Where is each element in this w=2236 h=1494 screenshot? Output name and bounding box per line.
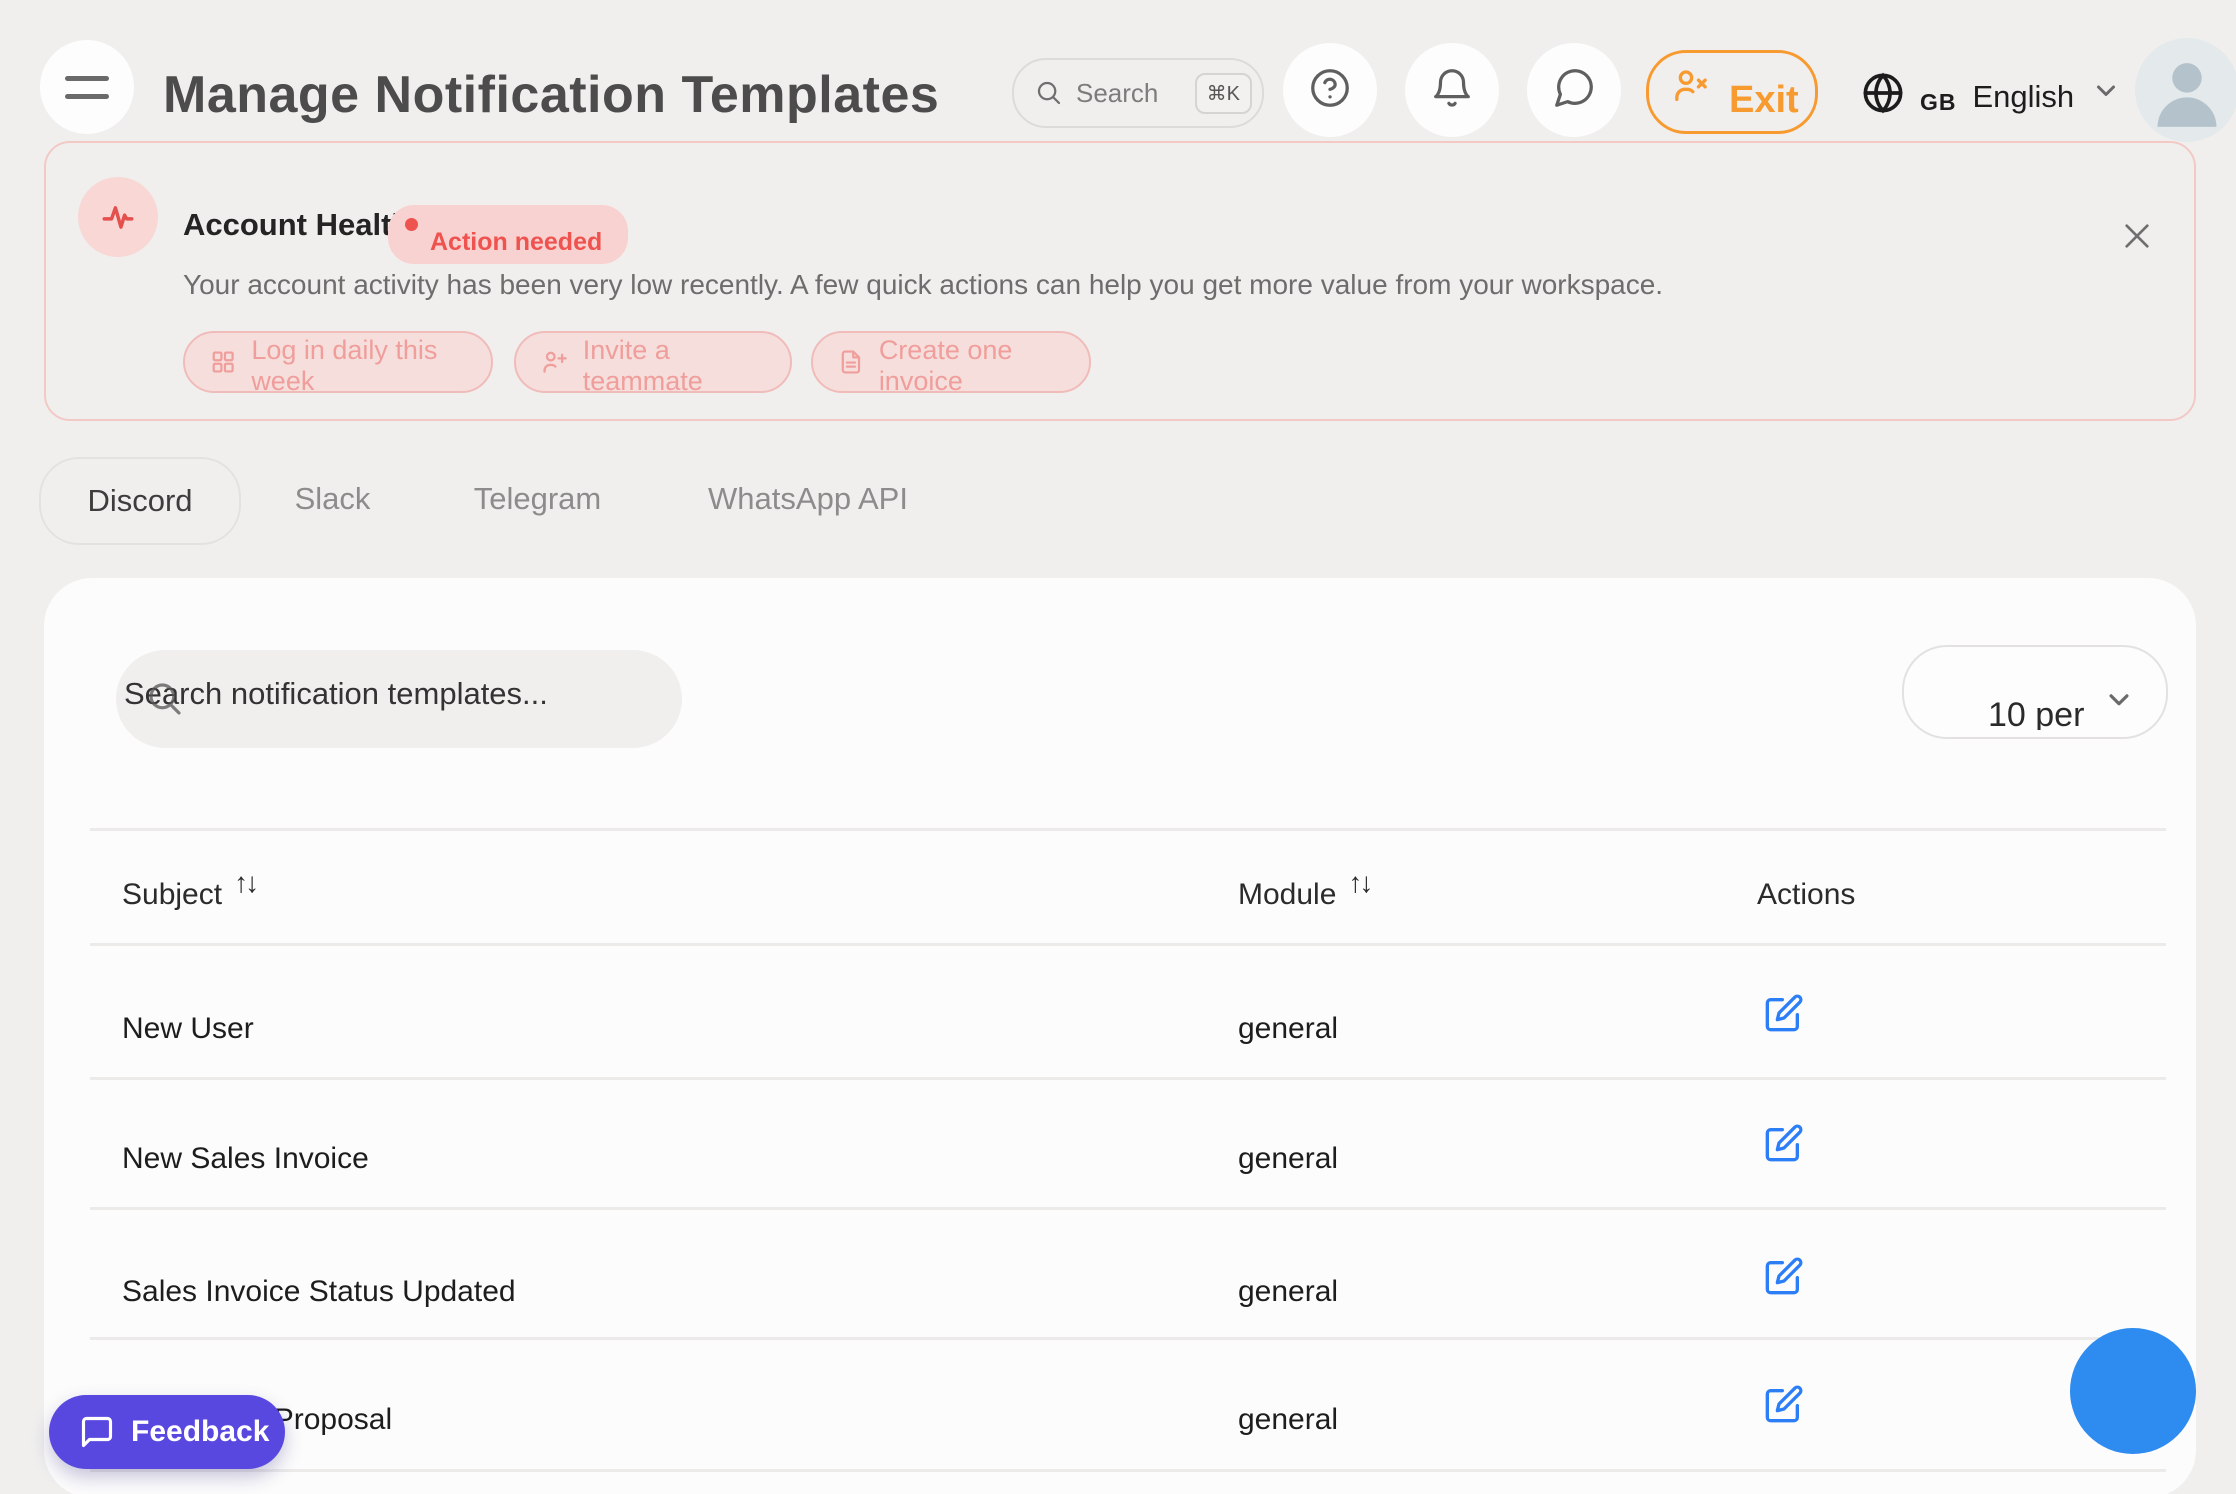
person-icon xyxy=(2135,38,2236,142)
chevron-down-icon xyxy=(2100,680,2138,723)
divider xyxy=(90,1469,2166,1472)
column-header-actions: Actions xyxy=(1757,872,1855,918)
tab-discord[interactable]: Discord xyxy=(39,457,241,545)
feedback-chat-icon xyxy=(79,1414,115,1450)
help-button[interactable] xyxy=(1283,43,1377,137)
activity-pulse-icon xyxy=(78,177,158,257)
close-icon xyxy=(2118,217,2156,255)
banner-title: Account Health xyxy=(183,207,410,243)
divider xyxy=(90,943,2166,946)
divider xyxy=(90,828,2166,831)
row-module: general xyxy=(1238,1269,1338,1315)
status-dot xyxy=(405,218,418,231)
tab-telegram[interactable]: Telegram xyxy=(465,457,610,541)
sort-icon[interactable]: ↑↓ xyxy=(234,860,256,906)
hamburger-menu-button[interactable] xyxy=(40,40,134,134)
keyboard-shortcut-badge: ⌘K xyxy=(1195,73,1252,114)
feedback-label: Feedback xyxy=(131,1415,269,1449)
row-module: general xyxy=(1238,1006,1338,1052)
global-search-input[interactable]: Search ⌘K xyxy=(1012,58,1264,128)
chat-widget-button[interactable] xyxy=(2070,1328,2196,1454)
divider xyxy=(90,1077,2166,1080)
divider xyxy=(90,1337,2166,1340)
search-icon xyxy=(1034,78,1064,108)
create-invoice-button[interactable]: Create one invoice xyxy=(811,331,1091,393)
language-switcher[interactable]: GB English xyxy=(1860,60,2100,130)
language-label: English xyxy=(1973,79,2075,115)
per-page-select[interactable]: 10 per page xyxy=(1902,645,2168,739)
banner-description: Your account activity has been very low … xyxy=(183,269,1663,301)
template-search-input[interactable]: Search notification templates... xyxy=(116,650,682,748)
feedback-button[interactable]: Feedback xyxy=(49,1395,285,1469)
row-subject: New Sales Invoice xyxy=(122,1136,369,1182)
row-module: general xyxy=(1238,1397,1338,1443)
help-icon xyxy=(1307,65,1353,116)
user-plus-icon xyxy=(540,345,569,379)
hamburger-icon xyxy=(65,94,109,99)
row-module: general xyxy=(1238,1136,1338,1182)
per-page-value: 10 per page xyxy=(1988,694,2118,730)
notifications-button[interactable] xyxy=(1405,43,1499,137)
column-header-subject: Subject ↑↓ xyxy=(122,872,256,918)
hamburger-icon xyxy=(65,76,109,81)
user-avatar[interactable] xyxy=(2135,38,2236,142)
edit-template-button[interactable] xyxy=(1762,1382,1806,1426)
row-subject: Sales Invoice Status Updated xyxy=(122,1269,516,1315)
invoice-document-icon xyxy=(837,345,865,379)
global-search-placeholder: Search xyxy=(1076,78,1195,109)
app-root: Manage Notification Templates Search ⌘K … xyxy=(0,0,2236,1494)
chevron-down-icon xyxy=(2088,72,2124,108)
exit-label: Exit xyxy=(1729,79,1799,122)
bell-icon xyxy=(1429,65,1475,116)
language-region: GB xyxy=(1920,89,1957,116)
messages-button[interactable] xyxy=(1527,43,1621,137)
grid-icon xyxy=(209,345,237,379)
log-in-daily-button[interactable]: Log in daily this week xyxy=(183,331,493,393)
edit-template-button[interactable] xyxy=(1762,1254,1806,1298)
page-title: Manage Notification Templates xyxy=(163,52,943,138)
row-subject: New User xyxy=(122,1006,254,1052)
invite-teammate-button[interactable]: Invite a teammate xyxy=(514,331,792,393)
edit-icon xyxy=(1764,1123,1804,1163)
action-needed-badge: Action needed xyxy=(388,205,628,264)
edit-icon xyxy=(1764,1256,1804,1296)
chat-bubble-icon xyxy=(1551,65,1597,116)
edit-template-button[interactable] xyxy=(1762,1121,1806,1165)
exit-button[interactable]: Exit xyxy=(1646,50,1818,134)
edit-template-button[interactable] xyxy=(1762,991,1806,1035)
sort-icon[interactable]: ↑↓ xyxy=(1348,860,1370,906)
search-icon xyxy=(144,678,186,725)
template-search-placeholder: Search notification templates... xyxy=(124,676,548,712)
tab-whatsapp-api[interactable]: WhatsApp API xyxy=(700,457,916,541)
templates-card: Search notification templates... 10 per … xyxy=(44,578,2196,1494)
edit-icon xyxy=(1764,993,1804,1033)
globe-icon xyxy=(1860,70,1906,121)
account-health-banner: Account Health Action needed Your accoun… xyxy=(44,141,2196,421)
user-x-icon xyxy=(1671,66,1711,106)
column-header-module: Module ↑↓ xyxy=(1238,872,1370,918)
tab-slack[interactable]: Slack xyxy=(270,457,395,541)
divider xyxy=(90,1207,2166,1210)
edit-icon xyxy=(1764,1384,1804,1424)
banner-close-button[interactable] xyxy=(2114,213,2160,259)
